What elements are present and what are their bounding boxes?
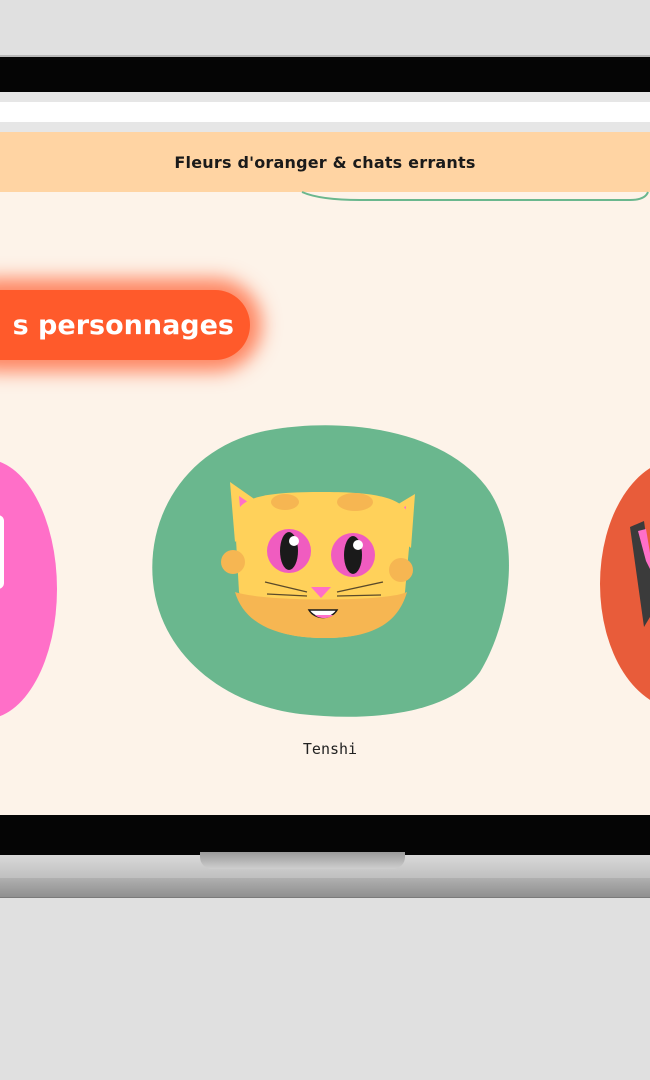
mockup-stage: Fleurs d'oranger & chats errants s perso…	[0, 0, 650, 1080]
character-card-left[interactable]	[0, 457, 60, 722]
address-bar[interactable]	[0, 102, 650, 122]
yellow-cat-face-icon	[221, 482, 415, 638]
character-card-right[interactable]	[600, 457, 650, 712]
laptop-screen: Fleurs d'oranger & chats errants s perso…	[0, 92, 650, 815]
browser-toolbar	[0, 92, 650, 132]
laptop-base-edge	[0, 878, 650, 898]
laptop-notch	[200, 852, 405, 869]
section-heading-badge: s personnages	[0, 290, 250, 360]
site-title[interactable]: Fleurs d'oranger & chats errants	[174, 153, 475, 172]
section-heading: s personnages	[12, 309, 234, 341]
decorative-green-line	[301, 191, 649, 201]
character-glyph-icon	[0, 515, 4, 589]
character-card-tenshi[interactable]	[150, 422, 512, 720]
character-name-tenshi[interactable]: Tenshi	[230, 740, 430, 758]
site-header: Fleurs d'oranger & chats errants	[0, 132, 650, 192]
